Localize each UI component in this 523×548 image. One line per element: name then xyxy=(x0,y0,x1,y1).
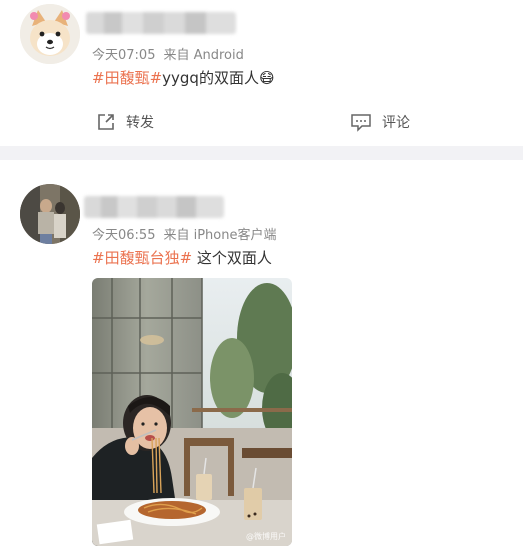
repost-label: 转发 xyxy=(126,115,154,131)
post-body-text: yygq的双面人 xyxy=(162,69,259,87)
repost-button[interactable]: 转发 xyxy=(96,112,154,132)
hashtag-link[interactable]: #田馥甄# xyxy=(92,69,162,87)
post-time[interactable]: 今天06:55 xyxy=(92,228,155,243)
woman-eating-pasta-photo xyxy=(92,278,292,546)
comment-label: 评论 xyxy=(382,115,410,131)
hashtag-link[interactable]: #田馥甄台独# xyxy=(92,249,192,267)
avatar[interactable] xyxy=(20,4,80,64)
post-meta: 今天07:05 来自 Android xyxy=(92,44,252,63)
post-body-text: 这个双面人 xyxy=(192,249,272,267)
post-source: 来自 Android xyxy=(163,48,244,63)
post-meta: 今天06:55 来自 iPhone客户端 xyxy=(92,224,284,243)
sick-face-emoji-icon: 😷 xyxy=(258,69,275,87)
repost-icon xyxy=(98,114,114,130)
username-blurred[interactable] xyxy=(84,196,224,218)
post-card-1: 今天07:05 来自 Android #田馥甄#yygq的双面人😷 转发 评论 xyxy=(0,0,523,146)
username-blurred[interactable] xyxy=(86,12,236,34)
photo-watermark: @微博用户 xyxy=(246,532,286,541)
post-content: #田馥甄#yygq的双面人😷 xyxy=(92,67,275,88)
post-content: #田馥甄台独# 这个双面人 xyxy=(92,247,272,268)
people-photo-avatar-icon xyxy=(20,184,80,244)
post-photo[interactable]: @微博用户 xyxy=(92,278,292,546)
post-time[interactable]: 今天07:05 xyxy=(92,48,155,63)
post-card-2: 今天06:55 来自 iPhone客户端 #田馥甄台独# 这个双面人 @微博用户 xyxy=(0,160,523,548)
comment-icon xyxy=(351,114,371,132)
comment-button[interactable]: 评论 xyxy=(350,112,410,132)
post-source: 来自 iPhone客户端 xyxy=(163,228,277,243)
shiba-dog-avatar-icon xyxy=(20,4,80,64)
avatar[interactable] xyxy=(20,184,80,244)
